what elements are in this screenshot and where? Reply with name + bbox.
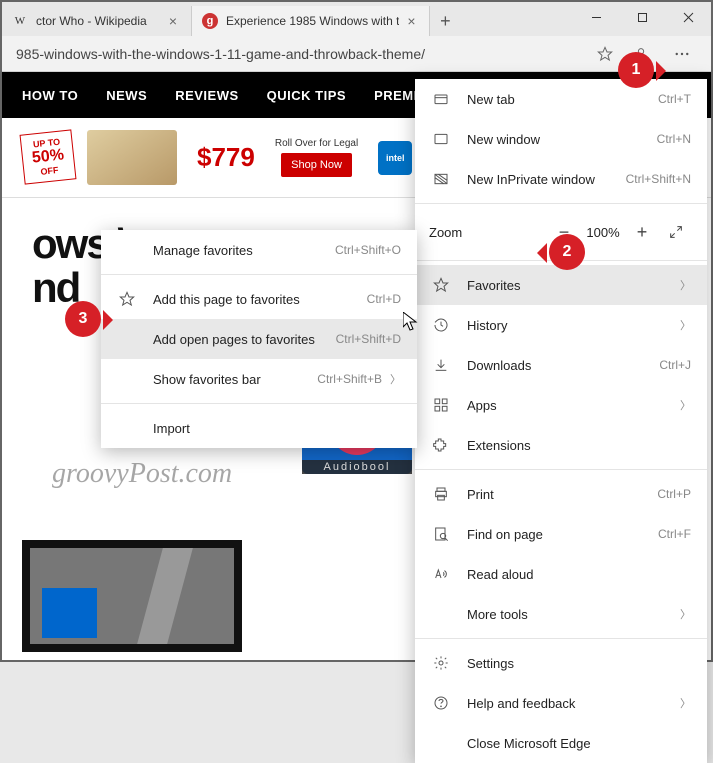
nav-link[interactable]: NEWS [106, 88, 147, 103]
annotation-callout-1: 1 [618, 52, 654, 88]
favorite-star-icon[interactable] [587, 39, 623, 69]
search-icon [431, 526, 451, 542]
menu-help[interactable]: Help and feedback〉 [415, 683, 707, 723]
favicon-wikipedia: W [12, 13, 28, 29]
chevron-right-icon: 〉 [680, 397, 691, 413]
menu-favorites[interactable]: Favorites〉 [415, 265, 707, 305]
extensions-icon [431, 437, 451, 453]
menu-new-window[interactable]: New windowCtrl+N [415, 119, 707, 159]
tab-title: Experience 1985 Windows with t [226, 14, 399, 28]
zoom-in-button[interactable]: + [625, 215, 659, 249]
chevron-right-icon: 〉 [680, 695, 691, 711]
chevron-right-icon: 〉 [680, 277, 691, 293]
legal-text: Roll Over for Legal [275, 138, 358, 149]
watermark-text: groovyPost.com [52, 458, 232, 490]
submenu-show-favorites-bar[interactable]: Show favorites barCtrl+Shift+B〉 [101, 359, 417, 399]
laptop-image [87, 130, 177, 185]
menu-more-tools[interactable]: More tools〉 [415, 594, 707, 634]
favorites-submenu: Manage favoritesCtrl+Shift+O Add this pa… [101, 230, 417, 448]
url-field[interactable]: 985-windows-with-the-windows-1-11-game-a… [8, 42, 587, 66]
address-bar: 985-windows-with-the-windows-1-11-game-a… [2, 36, 711, 72]
chevron-right-icon: 〉 [680, 317, 691, 333]
menu-downloads[interactable]: DownloadsCtrl+J [415, 345, 707, 385]
menu-print[interactable]: PrintCtrl+P [415, 474, 707, 514]
help-icon [431, 695, 451, 711]
menu-read-aloud[interactable]: Read aloud [415, 554, 707, 594]
nav-link[interactable]: HOW TO [22, 88, 78, 103]
read-aloud-icon [431, 566, 451, 582]
annotation-callout-2: 2 [549, 234, 585, 270]
menu-close-edge[interactable]: Close Microsoft Edge [415, 723, 707, 763]
apps-icon [431, 397, 451, 413]
menu-extensions[interactable]: Extensions [415, 425, 707, 465]
star-icon [431, 277, 451, 293]
close-icon[interactable]: × [403, 13, 419, 29]
menu-history[interactable]: History〉 [415, 305, 707, 345]
chevron-right-icon: 〉 [390, 371, 401, 387]
close-icon[interactable]: × [165, 13, 181, 29]
tab-groovypost[interactable]: g Experience 1985 Windows with t × [192, 6, 430, 36]
tab-icon [431, 91, 451, 107]
menu-apps[interactable]: Apps〉 [415, 385, 707, 425]
article-image [22, 540, 242, 652]
maximize-button[interactable] [619, 2, 665, 32]
shop-button[interactable]: Shop Now [281, 153, 352, 177]
settings-menu: New tabCtrl+T New windowCtrl+N New InPri… [415, 79, 707, 763]
fullscreen-button[interactable] [659, 215, 693, 249]
submenu-import[interactable]: Import [101, 408, 417, 448]
favicon-groovypost: g [202, 13, 218, 29]
close-window-button[interactable] [665, 2, 711, 32]
print-icon [431, 486, 451, 502]
download-icon [431, 357, 451, 373]
submenu-add-page[interactable]: Add this page to favoritesCtrl+D [101, 279, 417, 319]
gear-icon [431, 655, 451, 671]
menu-find[interactable]: Find on pageCtrl+F [415, 514, 707, 554]
new-tab-button[interactable]: + [430, 6, 460, 36]
window-icon [431, 131, 451, 147]
submenu-add-open-pages[interactable]: Add open pages to favoritesCtrl+Shift+D [101, 319, 417, 359]
price-text: $779 [197, 142, 255, 173]
window-controls [573, 2, 711, 32]
submenu-manage-favorites[interactable]: Manage favoritesCtrl+Shift+O [101, 230, 417, 270]
tab-wikipedia[interactable]: W ctor Who - Wikipedia × [2, 6, 192, 36]
minimize-button[interactable] [573, 2, 619, 32]
zoom-value: 100% [581, 225, 625, 240]
star-icon [117, 291, 137, 307]
inprivate-icon [431, 171, 451, 187]
history-icon [431, 317, 451, 333]
menu-settings[interactable]: Settings [415, 643, 707, 683]
nav-link[interactable]: REVIEWS [175, 88, 238, 103]
menu-new-tab[interactable]: New tabCtrl+T [415, 79, 707, 119]
title-bar: W ctor Who - Wikipedia × g Experience 19… [2, 2, 711, 36]
intel-badge: intel [378, 141, 412, 175]
nav-link[interactable]: QUICK TIPS [267, 88, 346, 103]
annotation-callout-3: 3 [65, 301, 101, 337]
promo-badge: UP TO50%OFF [20, 129, 77, 184]
tab-title: ctor Who - Wikipedia [36, 14, 161, 28]
cursor-icon [403, 312, 419, 332]
menu-new-inprivate[interactable]: New InPrivate windowCtrl+Shift+N [415, 159, 707, 199]
chevron-right-icon: 〉 [680, 606, 691, 622]
